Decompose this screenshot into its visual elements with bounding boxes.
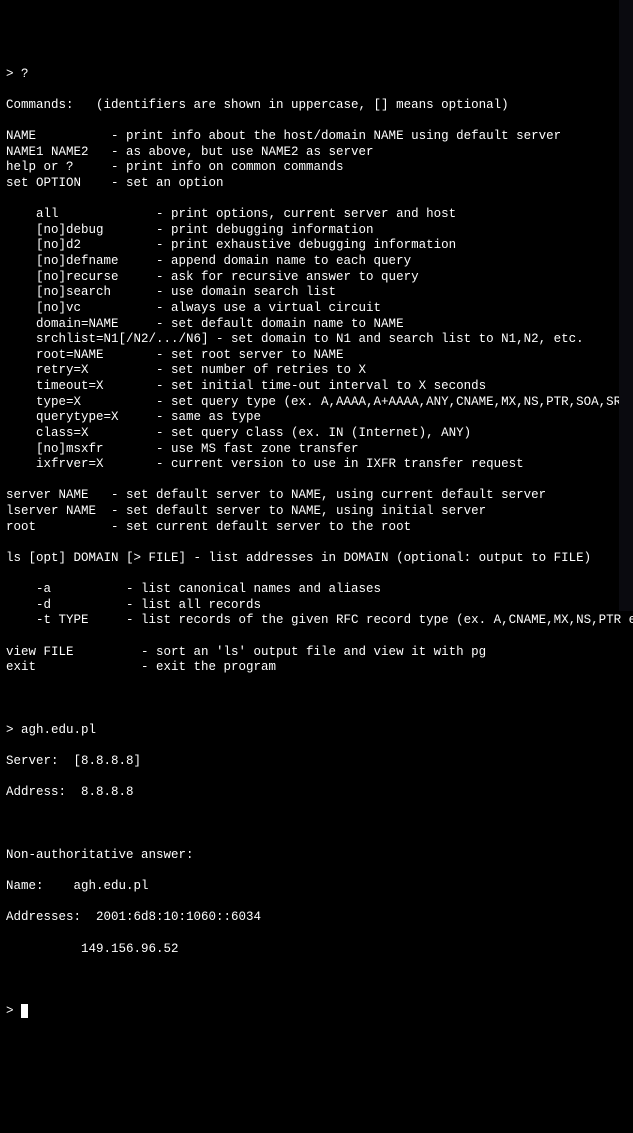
query-input: > agh.edu.pl — [6, 723, 627, 739]
help-row: -d - list all records — [6, 598, 627, 614]
scrollbar[interactable] — [619, 0, 633, 611]
help-row: [no]vc - always use a virtual circuit — [6, 301, 627, 317]
help-row: -a - list canonical names and aliases — [6, 582, 627, 598]
help-row: srchlist=N1[/N2/.../N6] - set domain to … — [6, 332, 627, 348]
blank — [6, 692, 627, 708]
help-row: [no]search - use domain search list — [6, 285, 627, 301]
help-row: [no]d2 - print exhaustive debugging info… — [6, 238, 627, 254]
blank — [6, 817, 627, 833]
help-row: set OPTION - set an option — [6, 176, 627, 192]
help-row: view FILE - sort an 'ls' output file and… — [6, 645, 627, 661]
answer-addr2: 149.156.96.52 — [6, 942, 627, 958]
prompt-help: > ? — [6, 67, 627, 83]
help-row: exit - exit the program — [6, 660, 627, 676]
help-row: type=X - set query type (ex. A,AAAA,A+AA… — [6, 395, 627, 411]
help-row: -t TYPE - list records of the given RFC … — [6, 613, 627, 629]
help-row: domain=NAME - set default domain name to… — [6, 317, 627, 333]
answer-name: Name: agh.edu.pl — [6, 879, 627, 895]
help-row: root=NAME - set root server to NAME — [6, 348, 627, 364]
help-row: [no]defname - append domain name to each… — [6, 254, 627, 270]
help-row: [no]msxfr - use MS fast zone transfer — [6, 442, 627, 458]
ls-header: ls [opt] DOMAIN [> FILE] - list addresse… — [6, 551, 627, 567]
help-row: class=X - set query class (ex. IN (Inter… — [6, 426, 627, 442]
prompt-current[interactable]: > — [6, 1004, 627, 1020]
commands-list: NAME - print info about the host/domain … — [6, 129, 627, 192]
commands-list-3: view FILE - sort an 'ls' output file and… — [6, 645, 627, 676]
options-list: all - print options, current server and … — [6, 207, 627, 473]
help-row: ixfrver=X - current version to use in IX… — [6, 457, 627, 473]
commands-header: Commands: (identifiers are shown in uppe… — [6, 98, 627, 114]
help-row: [no]recurse - ask for recursive answer t… — [6, 270, 627, 286]
ls-options-list: -a - list canonical names and aliases -d… — [6, 582, 627, 629]
server-line: Server: [8.8.8.8] — [6, 754, 627, 770]
help-row: querytype=X - same as type — [6, 410, 627, 426]
help-row: all - print options, current server and … — [6, 207, 627, 223]
help-row: root - set current default server to the… — [6, 520, 627, 536]
help-row: lserver NAME - set default server to NAM… — [6, 504, 627, 520]
help-row: help or ? - print info on common command… — [6, 160, 627, 176]
help-row: server NAME - set default server to NAME… — [6, 488, 627, 504]
help-row: retry=X - set number of retries to X — [6, 363, 627, 379]
help-row: NAME - print info about the host/domain … — [6, 129, 627, 145]
answer-addr1: Addresses: 2001:6d8:10:1060::6034 — [6, 910, 627, 926]
blank — [6, 973, 627, 989]
help-row: NAME1 NAME2 - as above, but use NAME2 as… — [6, 145, 627, 161]
address-line: Address: 8.8.8.8 — [6, 785, 627, 801]
cursor-icon — [21, 1004, 28, 1018]
commands-list-2: server NAME - set default server to NAME… — [6, 488, 627, 535]
nonauth-header: Non-authoritative answer: — [6, 848, 627, 864]
help-row: timeout=X - set initial time-out interva… — [6, 379, 627, 395]
help-row: [no]debug - print debugging information — [6, 223, 627, 239]
